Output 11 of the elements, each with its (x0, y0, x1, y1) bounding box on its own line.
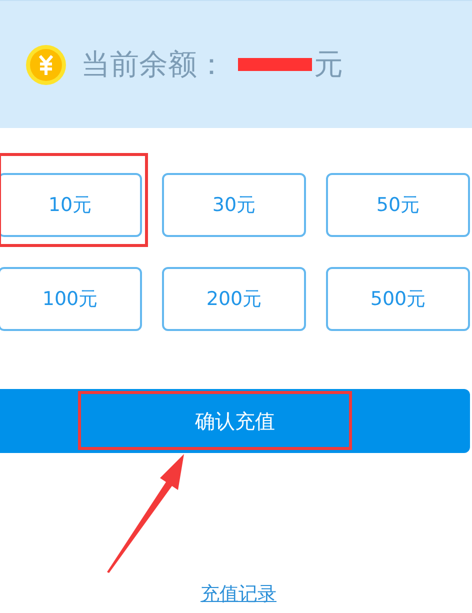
amount-option[interactable]: 30元 (162, 173, 306, 237)
recharge-history-link[interactable]: 充值记录 (196, 580, 276, 608)
amount-option[interactable]: 200元 (162, 267, 306, 331)
confirm-recharge-button[interactable]: 确认充值 (0, 389, 470, 453)
amount-option[interactable]: 500元 (326, 267, 470, 331)
amount-option[interactable]: 50元 (326, 173, 470, 237)
amount-option[interactable]: 100元 (0, 267, 142, 331)
balance-label: 当前余额： (81, 46, 226, 83)
yuan-coin-icon (25, 44, 67, 86)
currency-unit: 元 (314, 46, 343, 83)
amount-option[interactable]: 10元 (0, 173, 142, 237)
